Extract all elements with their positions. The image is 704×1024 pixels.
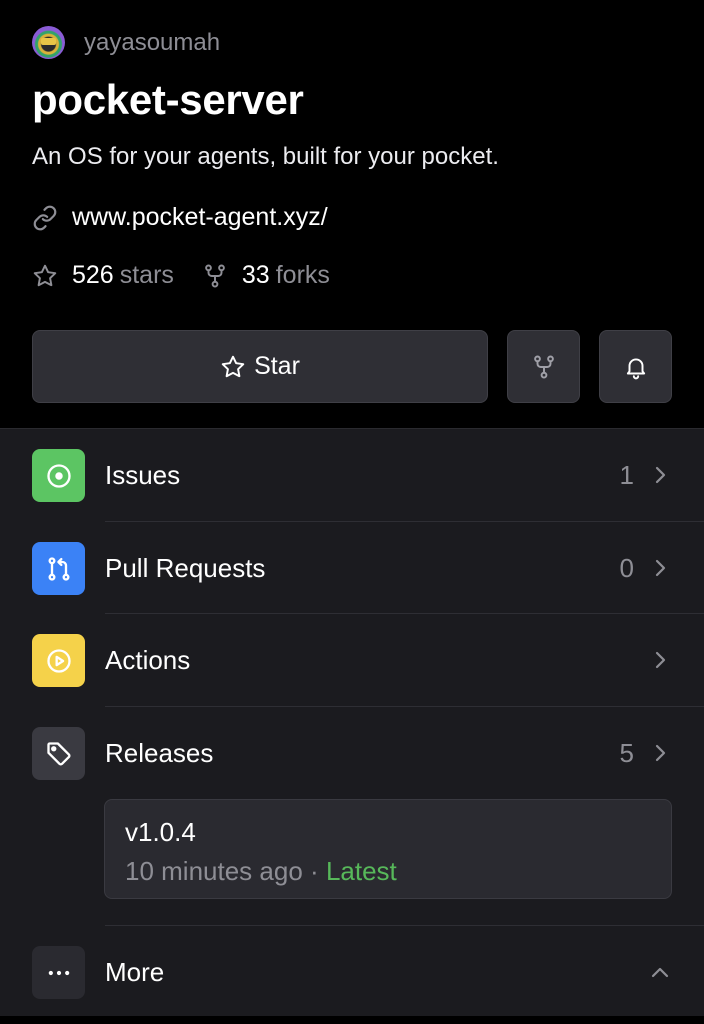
pull-requests-count: 0 xyxy=(619,553,634,583)
more-label: More xyxy=(105,957,165,987)
releases-icon-tile xyxy=(32,727,85,780)
repo-stats: 526 stars 33 forks xyxy=(32,261,330,290)
website-url[interactable]: www.pocket-agent.xyz/ xyxy=(72,203,328,232)
issues-count: 1 xyxy=(619,460,634,490)
forks-count[interactable]: 33 xyxy=(242,261,270,290)
repo-title: pocket-server xyxy=(32,76,304,123)
stars-label[interactable]: stars xyxy=(120,261,174,290)
ellipsis-icon xyxy=(48,970,69,975)
fork-button[interactable] xyxy=(507,330,580,403)
watch-button[interactable] xyxy=(599,330,672,403)
bell-icon xyxy=(626,357,645,379)
release-separator: · xyxy=(310,856,319,886)
owner-name[interactable]: yayasoumah xyxy=(84,29,220,57)
chevron-up-icon xyxy=(651,967,669,978)
latest-badge: Latest xyxy=(325,856,397,886)
release-time: 10 minutes ago xyxy=(125,856,303,886)
fork-icon xyxy=(205,264,225,287)
pull-request-icon xyxy=(48,556,69,581)
pull-requests-icon-tile xyxy=(32,542,85,595)
play-icon xyxy=(46,648,71,673)
releases-count: 5 xyxy=(619,738,634,768)
releases-label: Releases xyxy=(105,738,214,768)
issues-icon-tile xyxy=(32,449,85,502)
star-button-label: Star xyxy=(254,352,300,380)
pull-requests-row[interactable]: Pull Requests 0 xyxy=(0,522,704,614)
avatar[interactable] xyxy=(32,26,65,59)
star-icon xyxy=(221,355,245,377)
chevron-right-icon xyxy=(655,559,666,577)
issue-icon xyxy=(46,463,71,488)
actions-icon-tile xyxy=(32,634,85,687)
repo-description: An OS for your agents, built for your po… xyxy=(32,143,499,170)
issues-row[interactable]: Issues 1 xyxy=(0,429,704,521)
more-row[interactable]: More xyxy=(0,926,704,1018)
actions-row[interactable]: Actions xyxy=(0,614,704,706)
bottom-edge xyxy=(0,1016,704,1024)
forks-label[interactable]: forks xyxy=(276,261,330,290)
website-link[interactable]: www.pocket-agent.xyz/ xyxy=(32,203,328,232)
issues-label: Issues xyxy=(105,460,181,490)
latest-release-card[interactable]: v1.0.4 10 minutes ago · Latest xyxy=(104,799,672,899)
chevron-right-icon xyxy=(655,651,666,669)
more-icon-tile xyxy=(32,946,85,999)
fork-icon xyxy=(533,355,554,378)
releases-row[interactable]: Releases 5 xyxy=(0,707,704,799)
star-button[interactable]: Star xyxy=(32,330,488,403)
owner-link[interactable]: yayasoumah xyxy=(32,26,220,59)
star-icon xyxy=(33,264,57,286)
chevron-right-icon xyxy=(655,744,666,762)
pull-requests-label: Pull Requests xyxy=(105,553,266,583)
release-version: v1.0.4 xyxy=(125,817,196,847)
stars-count[interactable]: 526 xyxy=(72,261,114,290)
repo-header: yayasoumah pocket-server An OS for your … xyxy=(0,0,704,428)
chevron-right-icon xyxy=(655,466,666,484)
link-icon xyxy=(33,205,57,230)
release-meta: 10 minutes ago · Latest xyxy=(125,856,397,887)
tag-icon xyxy=(46,741,71,766)
actions-label: Actions xyxy=(105,645,191,675)
